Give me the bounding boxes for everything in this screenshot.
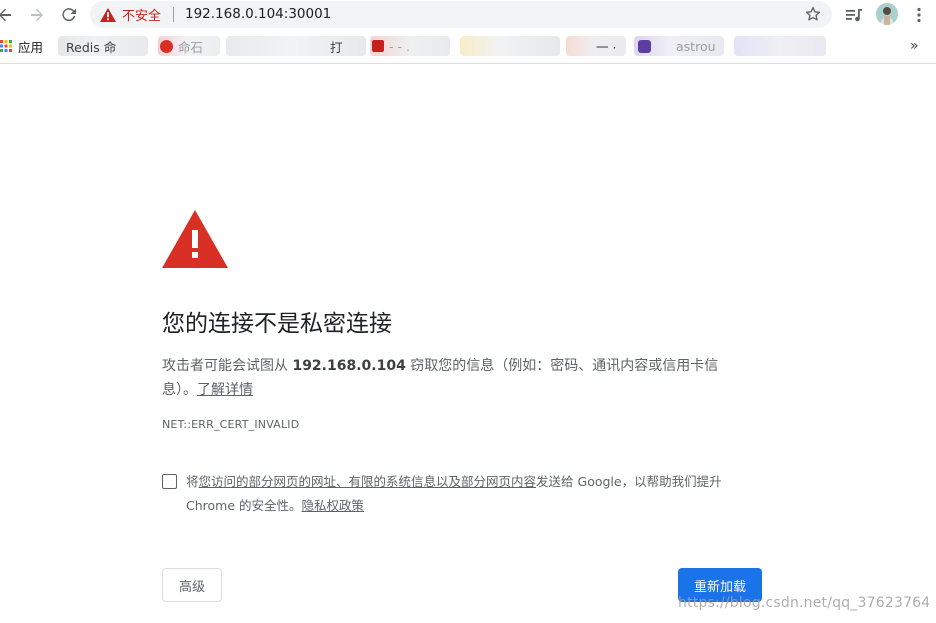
playlist-icon xyxy=(846,9,862,22)
bookmark-favicon xyxy=(160,39,173,53)
bookmark-star-button[interactable] xyxy=(804,5,824,25)
bookmark-label: astrou xyxy=(676,38,716,54)
bookmark-label: - - . xyxy=(389,38,410,54)
optin-details-link[interactable]: 您访问的部分网页的网址、有限的系统信息以及部分网页内容 xyxy=(199,474,537,489)
safe-browsing-optin-checkbox[interactable] xyxy=(162,474,177,489)
star-icon xyxy=(805,6,821,21)
security-indicator[interactable]: 不安全 xyxy=(100,1,161,28)
back-button[interactable] xyxy=(0,4,16,26)
description-prefix: 攻击者可能会试图从 xyxy=(162,358,293,374)
omnibox-divider xyxy=(173,7,174,22)
warning-icon xyxy=(162,210,228,268)
bookmark-item[interactable]: Redis 命 xyxy=(66,36,116,56)
error-code: NET::ERR_CERT_INVALID xyxy=(162,418,300,431)
watermark: https://blog.csdn.net/qq_37623764 xyxy=(678,595,931,611)
more-vert-icon xyxy=(917,7,921,23)
forward-arrow-icon xyxy=(31,8,43,22)
bookmark-item[interactable]: - - . xyxy=(372,36,410,56)
bookmarks-overflow-button[interactable]: » xyxy=(910,36,926,56)
privacy-policy-link[interactable]: 隐私权政策 xyxy=(302,498,365,513)
learn-more-link[interactable]: 了解详情 xyxy=(197,382,253,398)
profile-avatar[interactable] xyxy=(876,3,898,25)
bookmark-favicon xyxy=(638,39,651,53)
apps-label: 应用 xyxy=(18,39,44,55)
bookmark-label: 一 · xyxy=(596,39,617,55)
description-host: 192.168.0.104 xyxy=(292,358,406,374)
optin-text-a: 将 xyxy=(186,474,199,489)
apps-shortcut[interactable]: 应用 xyxy=(0,36,43,56)
bookmark-label: Redis 命 xyxy=(66,39,117,55)
refresh-icon xyxy=(62,8,76,22)
chrome-menu-button[interactable] xyxy=(908,4,930,26)
browser-toolbar: 不安全 192.168.0.104:30001 xyxy=(0,0,936,30)
address-bar[interactable]: 不安全 192.168.0.104:30001 xyxy=(90,1,832,28)
bookmark-label: 命石 xyxy=(178,39,204,55)
bookmark-item[interactable]: 命石 xyxy=(160,36,203,56)
apps-grid-icon xyxy=(0,40,12,52)
bookmark-item[interactable]: astrou xyxy=(638,36,716,56)
back-arrow-icon xyxy=(0,8,11,22)
bookmark-item[interactable]: 打 xyxy=(330,36,343,56)
bookmark-favicon xyxy=(372,40,384,52)
bookmark-item-blurred[interactable] xyxy=(226,36,366,56)
bookmark-label: 打 xyxy=(330,39,343,55)
media-control-button[interactable] xyxy=(843,4,865,26)
advanced-button[interactable]: 高级 xyxy=(162,568,222,602)
bookmark-item[interactable]: 一 · xyxy=(596,36,616,56)
page-title: 您的连接不是私密连接 xyxy=(162,311,392,337)
bookmarks-bar: 应用 Redis 命 命石 打 - - . 一 · astrou » xyxy=(0,30,936,64)
bookmark-item-blurred[interactable] xyxy=(734,36,826,56)
bookmark-item-blurred[interactable] xyxy=(460,36,560,56)
avatar-image xyxy=(876,3,898,25)
description: 攻击者可能会试图从 192.168.0.104 窃取您的信息（例如：密码、通讯内… xyxy=(162,354,744,402)
warning-triangle-icon xyxy=(100,7,116,22)
optin-description: 将您访问的部分网页的网址、有限的系统信息以及部分网页内容发送给 Google，以… xyxy=(186,470,756,518)
not-secure-label: 不安全 xyxy=(122,9,162,24)
reload-page-button[interactable] xyxy=(58,4,80,26)
forward-button[interactable] xyxy=(26,4,48,26)
url-text[interactable]: 192.168.0.104:30001 xyxy=(185,1,331,28)
